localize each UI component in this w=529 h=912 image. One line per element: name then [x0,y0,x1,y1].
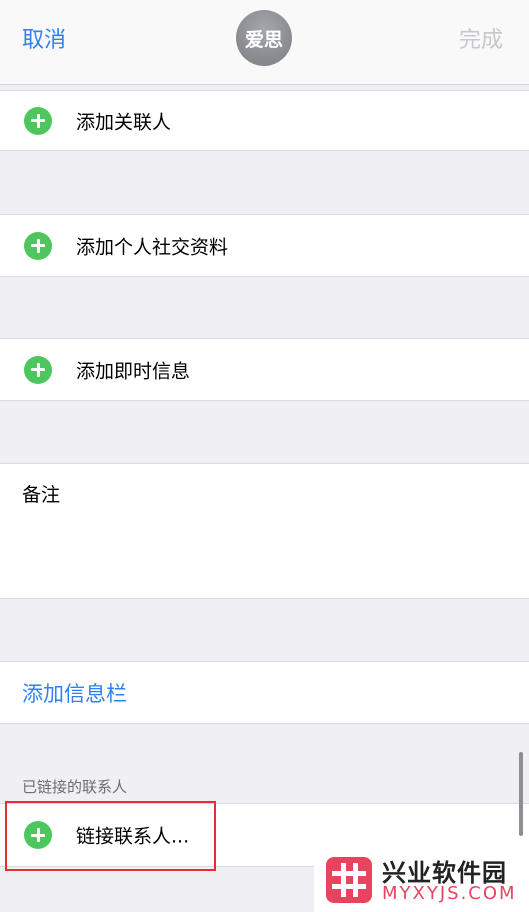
add-icon[interactable] [24,355,52,384]
watermark-url: MYXYJS.COM [382,883,517,904]
add-instant-message-label: 添加即时信息 [76,360,191,382]
add-related-name-label: 添加关联人 [76,111,172,133]
cancel-button[interactable]: 取消 [22,22,66,54]
add-related-name-row[interactable]: 添加关联人 [0,90,529,151]
linked-contacts-header: 已链接的联系人 [22,778,128,796]
add-field-label: 添加信息栏 [22,681,127,706]
add-field-row[interactable]: 添加信息栏 [0,661,529,724]
link-contact-label: 链接联系人... [76,825,190,848]
add-icon[interactable] [24,821,52,849]
done-button[interactable]: 完成 [459,22,503,54]
add-icon[interactable] [24,231,52,260]
watermark-logo-icon [326,857,372,903]
scrollbar[interactable] [519,752,523,836]
navigation-bar: 取消 爱思 完成 [0,0,529,85]
notes-label: 备注 [22,484,61,506]
add-instant-message-row[interactable]: 添加即时信息 [0,338,529,401]
add-social-profile-label: 添加个人社交资料 [76,236,229,258]
add-social-profile-row[interactable]: 添加个人社交资料 [0,214,529,277]
contact-avatar[interactable]: 爱思 [236,10,292,66]
add-icon[interactable] [24,106,52,135]
notes-field[interactable]: 备注 [0,463,529,599]
watermark: 兴业软件园 MYXYJS.COM [314,851,529,912]
